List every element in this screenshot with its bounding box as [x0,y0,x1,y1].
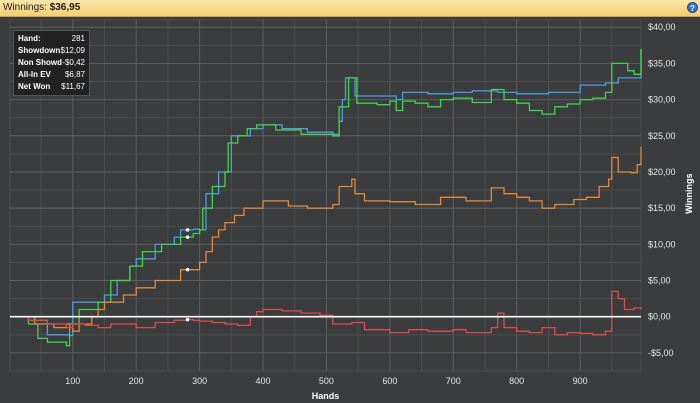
hover-marker [185,228,190,232]
stats-row: Showdown $12,09 [18,45,85,57]
stats-label: Showdown [18,46,61,55]
x-tick-label: 500 [319,376,334,386]
stats-value: 281 [71,34,85,43]
stats-row: Net Won $11,67 [18,81,85,93]
y-tick-label: $10,00 [648,239,676,249]
x-tick-label: 900 [573,376,588,386]
help-icon[interactable]: ? [687,2,698,13]
y-tick-label: $0,00 [648,312,671,322]
stats-label: All-In EV [18,70,51,79]
winnings-title: Winnings: $36,95 [3,2,81,13]
stats-label: Net Won [18,82,51,91]
winnings-chart: 100 200 300 400 500 600 700 800 900 -$5,00 $0,00 $5… [9,19,694,401]
stats-value: $6,87 [64,70,85,79]
stats-row: Non Showdown-$0,42 [18,57,85,69]
x-tick-label: 800 [509,376,524,386]
y-tick-label: $25,00 [648,131,676,141]
y-tick-label: -$5,00 [648,348,674,358]
x-tick-label: 300 [192,376,207,386]
stats-value: $11,67 [61,82,85,91]
x-tick-label: 200 [129,376,144,386]
x-tick-label: 600 [382,376,397,386]
y-tick-label: $35,00 [648,58,676,68]
grid-lines [9,19,642,372]
stats-value: $12,09 [60,46,85,55]
hover-marker [185,235,190,239]
y-axis-label: Winnings [684,173,694,213]
y-tick-label: $15,00 [648,203,676,213]
y-tick-label: $5,00 [648,276,671,286]
x-tick-label: 700 [446,376,461,386]
x-axis-label: Hands [312,391,340,401]
stats-label: Non Showdown [18,58,62,67]
x-tick-label: 400 [256,376,271,386]
stats-box: Hand:281Showdown$12,09Non Showdown-$0,42… [13,30,90,96]
hover-marker [185,267,190,272]
y-tick-label: $40,00 [648,22,676,32]
stats-label: Hand: [18,34,41,43]
title-bar: Winnings: $36,95 ? [0,0,700,17]
stats-row: All-In EV $6,87 [18,69,85,81]
hover-marker [185,317,190,322]
y-tick-label: $20,00 [648,167,676,177]
stats-row: Hand: 281 [18,33,85,45]
stats-value: -$0,42 [62,58,85,67]
y-tick-label: $30,00 [648,95,676,105]
x-tick-label: 100 [65,376,80,386]
